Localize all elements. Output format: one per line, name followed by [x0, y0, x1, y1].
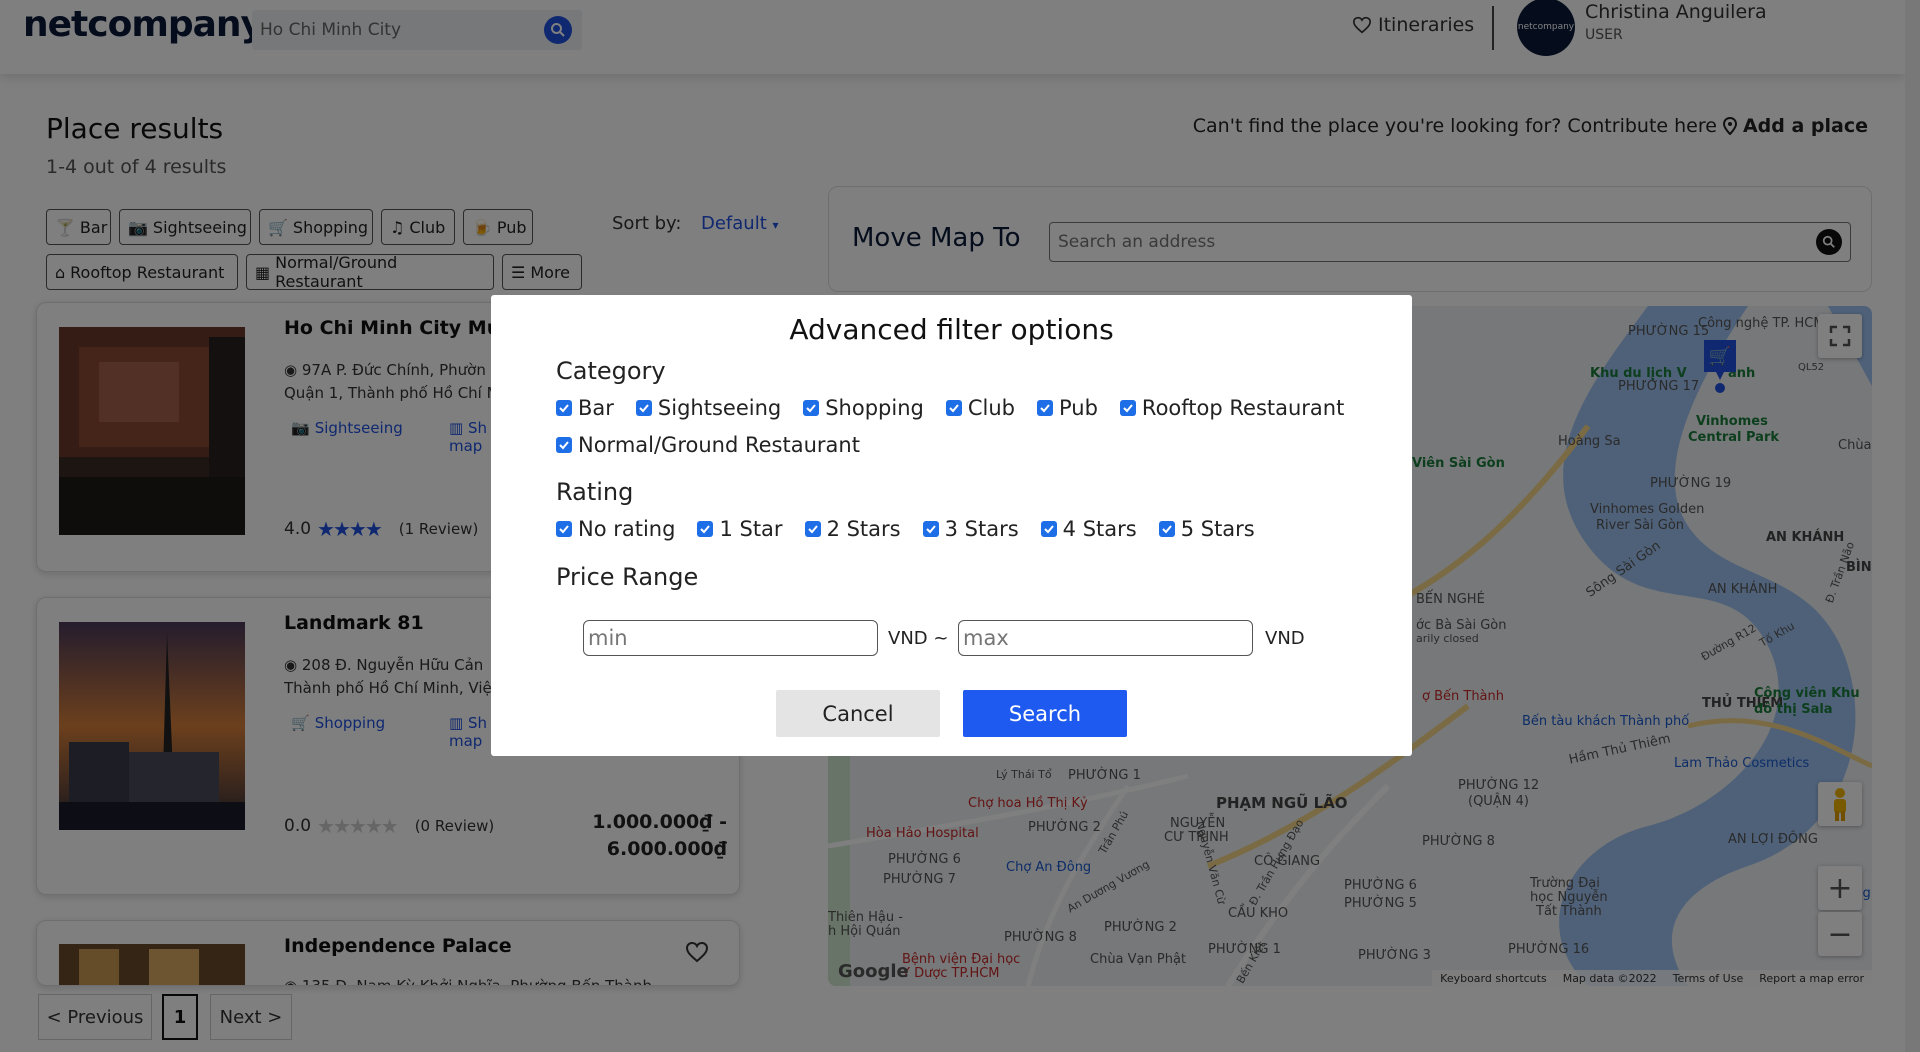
checkmark-icon [556, 400, 572, 416]
price-max-input[interactable] [959, 621, 1239, 655]
checkmark-icon [556, 521, 572, 537]
checkmark-icon [556, 437, 572, 453]
rating-1-star-checkbox[interactable]: 1 Star [697, 517, 783, 541]
category-checkboxes-row2: Normal/Ground Restaurant [556, 433, 860, 457]
checkmark-icon [1036, 400, 1053, 416]
category-shopping-checkbox[interactable]: Shopping [803, 396, 924, 420]
category-normal-ground-restaurant-checkbox[interactable]: Normal/Ground Restaurant [556, 433, 860, 457]
price-range-section-label: Price Range [556, 563, 699, 591]
rating-checkboxes: No rating 1 Star 2 Stars 3 Stars 4 Stars… [556, 517, 1255, 541]
rating-none-checkbox[interactable]: No rating [556, 517, 675, 541]
checkmark-icon [945, 400, 962, 416]
checkmark-icon [697, 521, 714, 537]
rating-3-stars-checkbox[interactable]: 3 Stars [922, 517, 1019, 541]
advanced-filter-modal: Advanced filter options Category Bar Sig… [491, 295, 1412, 756]
modal-title: Advanced filter options [789, 313, 1114, 346]
search-button[interactable]: Search [963, 690, 1127, 737]
price-min-input[interactable] [584, 621, 864, 655]
checkmark-icon [804, 521, 821, 537]
category-sightseeing-checkbox[interactable]: Sightseeing [635, 396, 781, 420]
checkmark-icon [1040, 521, 1057, 537]
checkmark-icon [922, 521, 939, 537]
category-section-label: Category [556, 357, 666, 385]
rating-4-stars-checkbox[interactable]: 4 Stars [1040, 517, 1137, 541]
category-pub-checkbox[interactable]: Pub [1036, 396, 1098, 420]
price-min-field [583, 620, 878, 656]
category-bar-checkbox[interactable]: Bar [556, 396, 614, 420]
category-rooftop-restaurant-checkbox[interactable]: Rooftop Restaurant [1119, 396, 1344, 420]
category-checkboxes: Bar Sightseeing Shopping Club Pub Roofto… [556, 396, 1344, 420]
category-club-checkbox[interactable]: Club [945, 396, 1015, 420]
vnd-suffix: VND [1265, 628, 1305, 649]
rating-5-stars-checkbox[interactable]: 5 Stars [1158, 517, 1255, 541]
rating-section-label: Rating [556, 478, 634, 506]
cancel-button[interactable]: Cancel [776, 690, 940, 737]
vnd-separator: VND ~ [888, 628, 949, 649]
checkmark-icon [635, 400, 652, 416]
checkmark-icon [1119, 400, 1136, 416]
checkmark-icon [803, 400, 820, 416]
checkmark-icon [1158, 521, 1175, 537]
price-max-field [958, 620, 1253, 656]
rating-2-stars-checkbox[interactable]: 2 Stars [804, 517, 901, 541]
